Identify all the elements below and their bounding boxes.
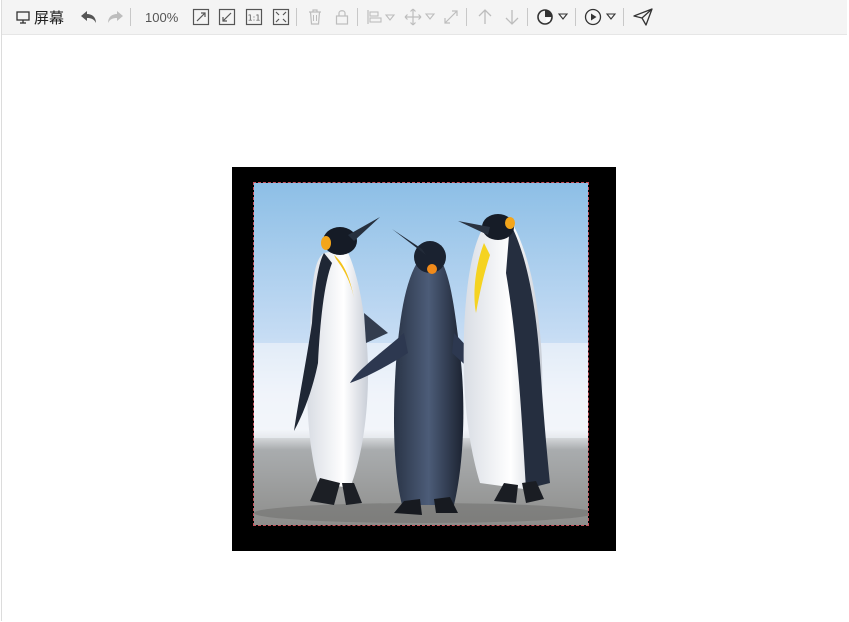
redo-icon[interactable] [104,5,126,29]
separator [527,8,529,26]
lock-icon[interactable] [331,5,353,29]
fit-screen-icon[interactable] [270,5,292,29]
penguins-photo [254,183,588,525]
image-widget[interactable] [253,182,589,526]
actual-size-label: 1:1 [248,14,261,23]
separator [623,8,625,26]
zoom-out-icon[interactable] [216,5,238,29]
separator [466,8,468,26]
move-icon[interactable] [403,5,437,29]
move-up-icon[interactable] [474,5,496,29]
palette-icon[interactable] [535,5,571,29]
actual-size-icon[interactable]: 1:1 [243,5,265,29]
editor-canvas[interactable] [2,35,847,621]
move-down-icon[interactable] [501,5,523,29]
zoom-in-icon[interactable] [190,5,212,29]
screen-button[interactable]: 屏幕 [12,5,68,29]
toolbar: 屏幕 100% 1:1 [2,0,847,35]
align-icon[interactable] [365,5,397,29]
separator [357,8,359,26]
separator [296,8,298,26]
send-icon[interactable] [632,5,654,29]
resize-icon[interactable] [440,5,462,29]
undo-icon[interactable] [78,5,100,29]
delete-icon[interactable] [304,5,326,29]
screen-area[interactable] [232,167,616,551]
separator [130,8,132,26]
screen-label: 屏幕 [34,9,65,27]
zoom-level: 100% [145,9,179,25]
separator [575,8,577,26]
monitor-icon [16,10,30,24]
play-icon[interactable] [583,5,619,29]
